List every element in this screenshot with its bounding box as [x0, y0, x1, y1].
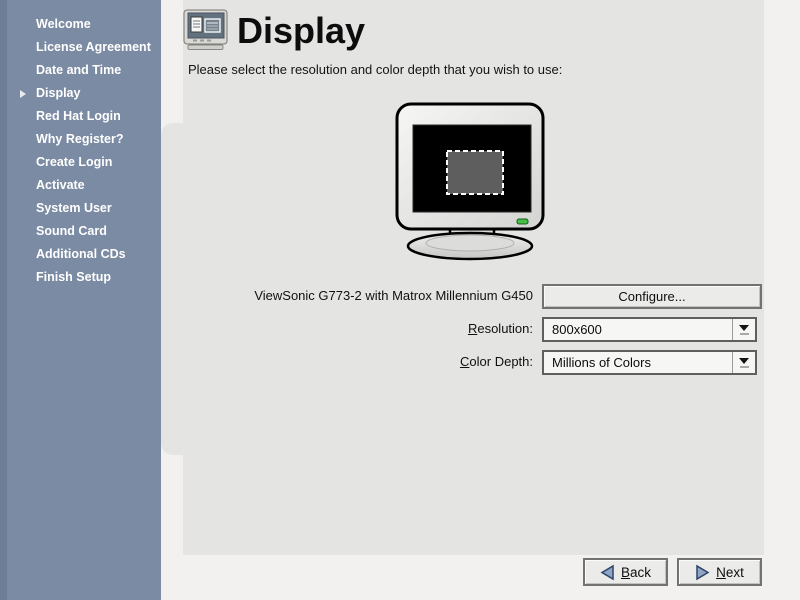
wizard-steps-sidebar: Welcome License Agreement Date and Time … — [0, 0, 161, 600]
sidebar-step-system-user: System User — [0, 197, 161, 220]
sidebar-step-why-register: Why Register? — [0, 128, 161, 151]
color-depth-mnemonic: C — [460, 354, 469, 369]
sidebar-step-display: Display — [0, 82, 161, 105]
sidebar-step-activate: Activate — [0, 174, 161, 197]
configure-button[interactable]: Configure... — [542, 284, 762, 309]
back-arrow-icon — [600, 564, 615, 581]
next-button[interactable]: Next — [677, 558, 762, 586]
color-depth-selected-value[interactable]: Millions of Colors — [544, 352, 732, 373]
display-monitor-icon — [183, 9, 228, 51]
resolution-dropdown-arrow-icon[interactable] — [732, 319, 755, 340]
back-button-label: Back — [621, 565, 651, 580]
next-button-label: Next — [716, 565, 744, 580]
selected-resolution-area — [447, 151, 503, 194]
configure-button-label: Configure... — [618, 289, 685, 304]
sidebar-step-welcome: Welcome — [0, 13, 161, 36]
color-depth-dropdown-arrow-icon[interactable] — [732, 352, 755, 373]
sidebar-step-sound-card: Sound Card — [0, 220, 161, 243]
current-step-arrow-icon — [20, 90, 26, 98]
sidebar-step-additional-cds: Additional CDs — [0, 243, 161, 266]
resolution-mnemonic: R — [468, 321, 477, 336]
sidebar-step-create-login: Create Login — [0, 151, 161, 174]
page-title: Display — [237, 10, 365, 52]
power-led — [517, 219, 528, 224]
resolution-selected-value[interactable]: 800x600 — [544, 319, 732, 340]
sidebar-step-license-agreement: License Agreement — [0, 36, 161, 59]
sidebar-step-date-and-time: Date and Time — [0, 59, 161, 82]
monitor-and-card-label: ViewSonic G773-2 with Matrox Millennium … — [188, 288, 533, 303]
wizard-step-list: Welcome License Agreement Date and Time … — [0, 0, 161, 289]
sidebar-step-finish-setup: Finish Setup — [0, 266, 161, 289]
sidebar-step-red-hat-login: Red Hat Login — [0, 105, 161, 128]
color-depth-label: Color Depth: — [188, 354, 533, 369]
resolution-dropdown[interactable]: 800x600 — [542, 317, 757, 342]
resolution-label: Resolution: — [188, 321, 533, 336]
resolution-label-rest: esolution: — [477, 321, 533, 336]
setup-agent-window: Welcome License Agreement Date and Time … — [0, 0, 800, 600]
color-depth-dropdown[interactable]: Millions of Colors — [542, 350, 757, 375]
color-depth-label-rest: olor Depth: — [469, 354, 533, 369]
content-panel — [183, 0, 764, 555]
next-arrow-icon — [695, 564, 710, 581]
instruction-text: Please select the resolution and color d… — [188, 62, 562, 77]
sidebar-step-display-label: Display — [36, 86, 80, 100]
back-button[interactable]: Back — [583, 558, 668, 586]
crt-monitor-preview-illustration — [391, 101, 549, 263]
